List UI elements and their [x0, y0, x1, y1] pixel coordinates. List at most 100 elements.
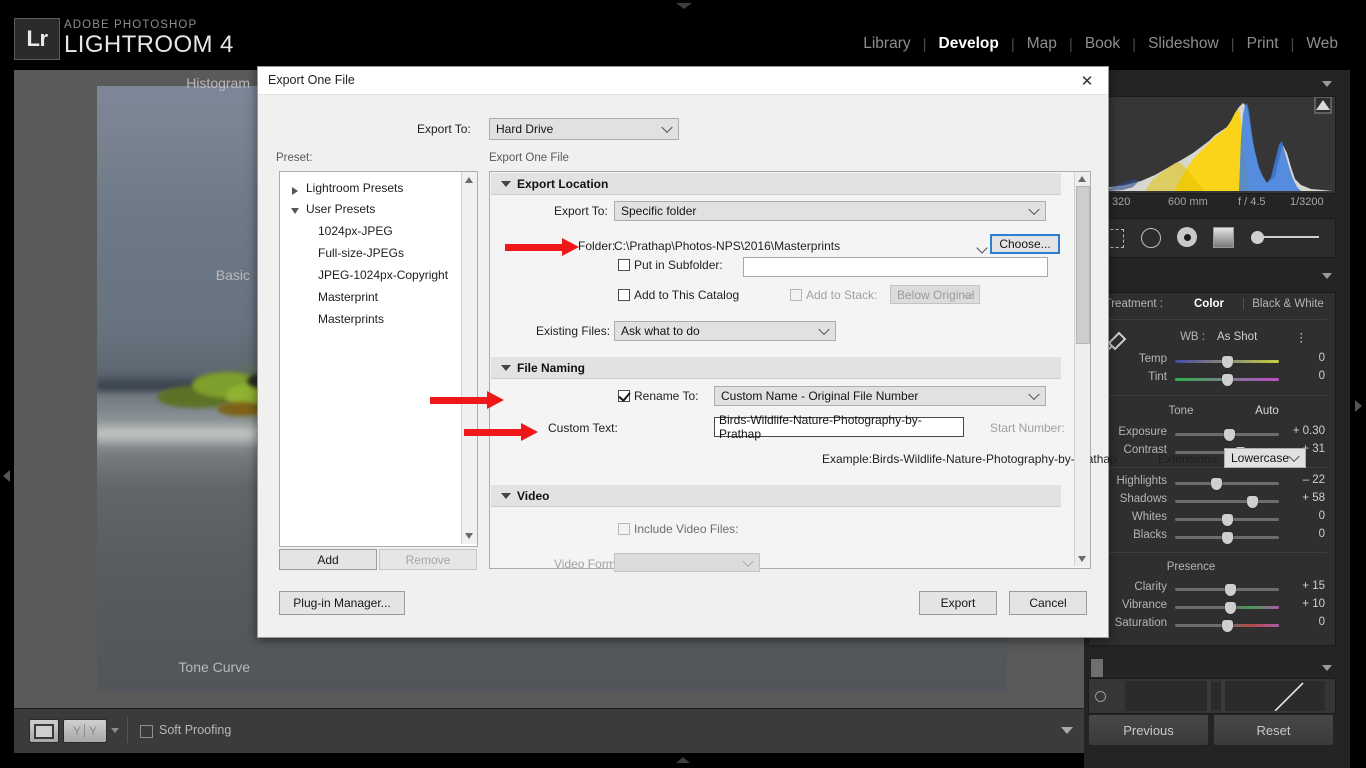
tone-curve-chevron-icon[interactable] — [1322, 665, 1332, 671]
module-map[interactable]: Map — [1015, 35, 1069, 53]
slider-knob-clarity[interactable] — [1225, 584, 1236, 596]
add-preset-button[interactable]: Add — [279, 549, 377, 570]
scroll-down-icon[interactable] — [465, 533, 473, 539]
preset-group-lightroom-presets[interactable]: Lightroom Presets — [306, 181, 403, 195]
slider-knob-exposure[interactable] — [1224, 429, 1235, 441]
rename-to-checkbox[interactable] — [618, 389, 631, 402]
lightroom-presets-expand-icon[interactable] — [292, 187, 298, 195]
cancel-button[interactable]: Cancel — [1009, 591, 1087, 615]
module-slideshow[interactable]: Slideshow — [1136, 35, 1231, 53]
slider-knob-whites[interactable] — [1222, 514, 1233, 526]
before-after-options-icon[interactable] — [111, 728, 119, 733]
export-to-top-select[interactable]: Hard Drive — [489, 118, 679, 140]
slider-value-blacks[interactable]: 0 — [1285, 528, 1325, 540]
video-section-header[interactable]: Video — [491, 485, 1061, 507]
slider-knob-highlights[interactable] — [1211, 478, 1222, 490]
previous-button[interactable]: Previous — [1088, 714, 1209, 746]
slider-knob-blacks[interactable] — [1222, 532, 1233, 544]
put-in-subfolder-checkbox[interactable] — [618, 259, 630, 271]
preset-group-user-presets[interactable]: User Presets — [306, 202, 375, 216]
existing-files-select[interactable]: Ask what to do — [614, 321, 836, 341]
include-video-checkbox[interactable] — [618, 523, 630, 535]
preset-list[interactable]: Lightroom Presets User Presets 1024px-JP… — [279, 171, 478, 547]
module-print[interactable]: Print — [1235, 35, 1291, 53]
spot-removal-icon[interactable] — [1141, 228, 1161, 248]
slider-track-exposure[interactable] — [1175, 429, 1279, 441]
slider-knob-shadows[interactable] — [1247, 496, 1258, 508]
top-panel-collapse-icon[interactable] — [676, 3, 692, 9]
slider-track-saturation[interactable] — [1175, 620, 1279, 632]
scroll-thumb[interactable] — [1076, 186, 1090, 344]
export-location-section-header[interactable]: Export Location — [491, 173, 1061, 195]
slider-track-shadows[interactable] — [1175, 496, 1279, 508]
folder-value[interactable]: C:\Prathap\Photos-NPS\2016\Masterprints — [614, 239, 840, 253]
wb-value[interactable]: As Shot — [1217, 331, 1303, 343]
module-web[interactable]: Web — [1294, 35, 1350, 53]
module-book[interactable]: Book — [1073, 35, 1132, 53]
preset-item-1024px-jpeg[interactable]: 1024px-JPEG — [318, 224, 393, 238]
treatment-bw-option[interactable]: Black & White — [1245, 298, 1331, 310]
reset-button[interactable]: Reset — [1213, 714, 1334, 746]
file-naming-section-header[interactable]: File Naming — [491, 357, 1061, 379]
before-after-y-icon[interactable]: YY — [63, 719, 107, 743]
graduated-filter-icon[interactable] — [1213, 227, 1234, 248]
bottom-panel-collapse-icon[interactable] — [676, 757, 690, 763]
user-presets-collapse-icon[interactable] — [291, 208, 299, 214]
put-in-subfolder-input[interactable] — [743, 257, 1048, 277]
preset-item-masterprints[interactable]: Masterprints — [318, 312, 384, 326]
slider-value-clarity[interactable]: + 15 — [1285, 580, 1325, 592]
slider-knob-tint[interactable] — [1222, 374, 1233, 386]
basic-chevron-icon[interactable] — [1322, 273, 1332, 279]
scroll-up-icon[interactable] — [465, 177, 473, 183]
plugin-manager-button[interactable]: Plug-in Manager... — [279, 591, 405, 615]
slider-value-whites[interactable]: 0 — [1285, 510, 1325, 522]
slider-value-tint[interactable]: 0 — [1285, 370, 1325, 382]
loupe-view-icon[interactable] — [29, 719, 59, 743]
close-icon[interactable]: ✕ — [1066, 67, 1108, 94]
wb-stepper-icon[interactable]: ⋮ — [1295, 330, 1308, 344]
slider-knob-saturation[interactable] — [1222, 620, 1233, 632]
tone-curve-panel-header[interactable]: Tone Curve — [4, 654, 260, 680]
preset-item-masterprint[interactable]: Masterprint — [318, 290, 378, 304]
histogram-chevron-icon[interactable] — [1322, 81, 1332, 87]
histogram-panel-header[interactable]: Histogram — [4, 70, 260, 96]
right-panel-collapse-icon[interactable] — [1355, 400, 1362, 412]
settings-pane-scrollbar[interactable] — [1074, 172, 1090, 566]
preset-item-jpeg-1024px-copyright[interactable]: JPEG-1024px-Copyright — [318, 268, 448, 282]
scroll-down-icon[interactable] — [1078, 556, 1086, 562]
left-panel-collapse-icon[interactable] — [3, 470, 10, 482]
slider-track-highlights[interactable] — [1175, 478, 1279, 490]
rename-to-select[interactable]: Custom Name - Original File Number — [714, 386, 1046, 406]
preset-item-full-size-jpegs[interactable]: Full-size-JPEGs — [318, 246, 404, 260]
slider-value-saturation[interactable]: 0 — [1285, 616, 1325, 628]
extensions-select[interactable]: Lowercase — [1224, 448, 1306, 468]
slider-value-highlights[interactable]: – 22 — [1285, 474, 1325, 486]
module-develop[interactable]: Develop — [927, 35, 1011, 53]
slider-track-blacks[interactable] — [1175, 532, 1279, 544]
treatment-color-option[interactable]: Color — [1179, 298, 1239, 310]
folder-history-chevron-icon[interactable] — [976, 242, 988, 254]
slider-track-whites[interactable] — [1175, 514, 1279, 526]
export-location-export-to-select[interactable]: Specific folder — [614, 201, 1046, 221]
slider-value-shadows[interactable]: + 58 — [1285, 492, 1325, 504]
slider-value-exposure[interactable]: + 0.30 — [1285, 425, 1325, 437]
tone-curve-graph[interactable] — [1088, 678, 1336, 714]
slider-value-temp[interactable]: 0 — [1285, 352, 1325, 364]
preset-scrollbar[interactable] — [461, 172, 477, 544]
tone-curve-point-icon[interactable] — [1095, 691, 1106, 702]
slider-track-vibrance[interactable] — [1175, 602, 1279, 614]
slider-track-tint[interactable] — [1175, 374, 1279, 386]
slider-knob-temp[interactable] — [1222, 356, 1233, 368]
slider-track-clarity[interactable] — [1175, 584, 1279, 596]
module-library[interactable]: Library — [851, 35, 922, 53]
tone-curve-targeted-adjustment-icon[interactable] — [1090, 658, 1104, 678]
auto-tone-button[interactable]: Auto — [1239, 405, 1295, 417]
export-button[interactable]: Export — [919, 591, 997, 615]
scroll-up-icon[interactable] — [1078, 176, 1086, 182]
slider-track-temp[interactable] — [1175, 356, 1279, 368]
histogram-graph[interactable] — [1088, 96, 1336, 194]
slider-value-vibrance[interactable]: + 10 — [1285, 598, 1325, 610]
dialog-title-bar[interactable]: Export One File ✕ — [258, 67, 1108, 95]
choose-folder-button[interactable]: Choose... — [990, 234, 1060, 254]
add-to-catalog-checkbox[interactable] — [618, 289, 630, 301]
